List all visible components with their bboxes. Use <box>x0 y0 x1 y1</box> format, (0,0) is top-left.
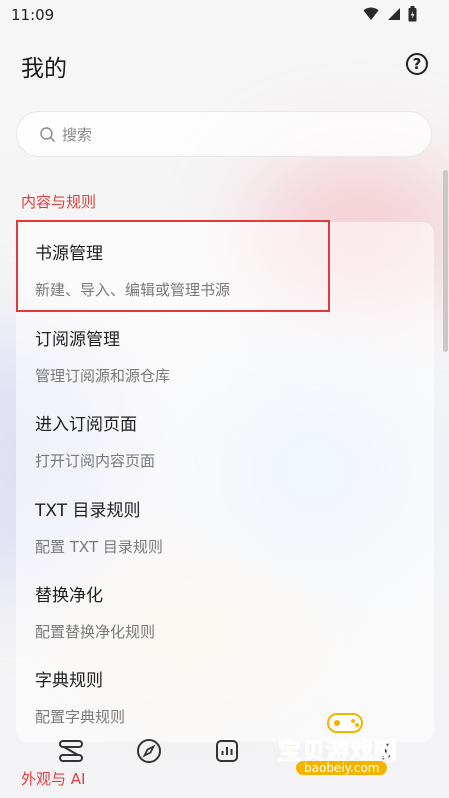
item-desc: 管理订阅源和源仓库 <box>35 367 171 385</box>
status-bar: 11:09 <box>0 0 449 30</box>
scrollbar[interactable] <box>443 170 448 352</box>
battery-icon <box>408 6 417 22</box>
item-title: TXT 目录规则 <box>35 501 141 521</box>
watermark-logo: 宝贝游戏网 baobeiy.com <box>270 706 420 796</box>
section-label-content-rules: 内容与规则 <box>21 193 97 211</box>
item-desc: 打开订阅内容页面 <box>35 452 156 470</box>
item-desc: 配置替换净化规则 <box>35 623 156 641</box>
explore-icon[interactable] <box>134 736 164 766</box>
chart-icon[interactable] <box>212 736 242 766</box>
list-item-subscription-source[interactable]: 订阅源管理 管理订阅源和源仓库 <box>35 325 415 386</box>
list-item-replace-rules[interactable]: 替换净化 配置替换净化规则 <box>35 581 415 642</box>
item-desc: 配置 TXT 目录规则 <box>35 538 163 556</box>
list-item-subscription-page[interactable]: 进入订阅页面 打开订阅内容页面 <box>35 410 415 471</box>
signal-icon <box>388 8 400 20</box>
bookshelf-icon[interactable] <box>56 736 86 766</box>
wifi-icon <box>363 7 379 20</box>
search-icon <box>40 127 55 142</box>
search-placeholder: 搜索 <box>62 126 93 144</box>
highlight-box <box>16 220 330 312</box>
watermark-sub: baobeiy.com <box>296 761 388 775</box>
status-time: 11:09 <box>11 6 55 24</box>
item-title: 订阅源管理 <box>35 330 120 350</box>
item-title: 进入订阅页面 <box>35 415 137 435</box>
list-item-txt-toc-rules[interactable]: TXT 目录规则 配置 TXT 目录规则 <box>35 496 415 557</box>
help-icon[interactable]: ? <box>406 53 428 75</box>
page-title: 我的 <box>21 56 67 82</box>
item-title: 字典规则 <box>35 671 103 691</box>
search-input[interactable]: 搜索 <box>16 111 432 157</box>
item-title: 替换净化 <box>35 586 103 606</box>
section-label-appearance-ai: 外观与 AI <box>21 770 86 788</box>
